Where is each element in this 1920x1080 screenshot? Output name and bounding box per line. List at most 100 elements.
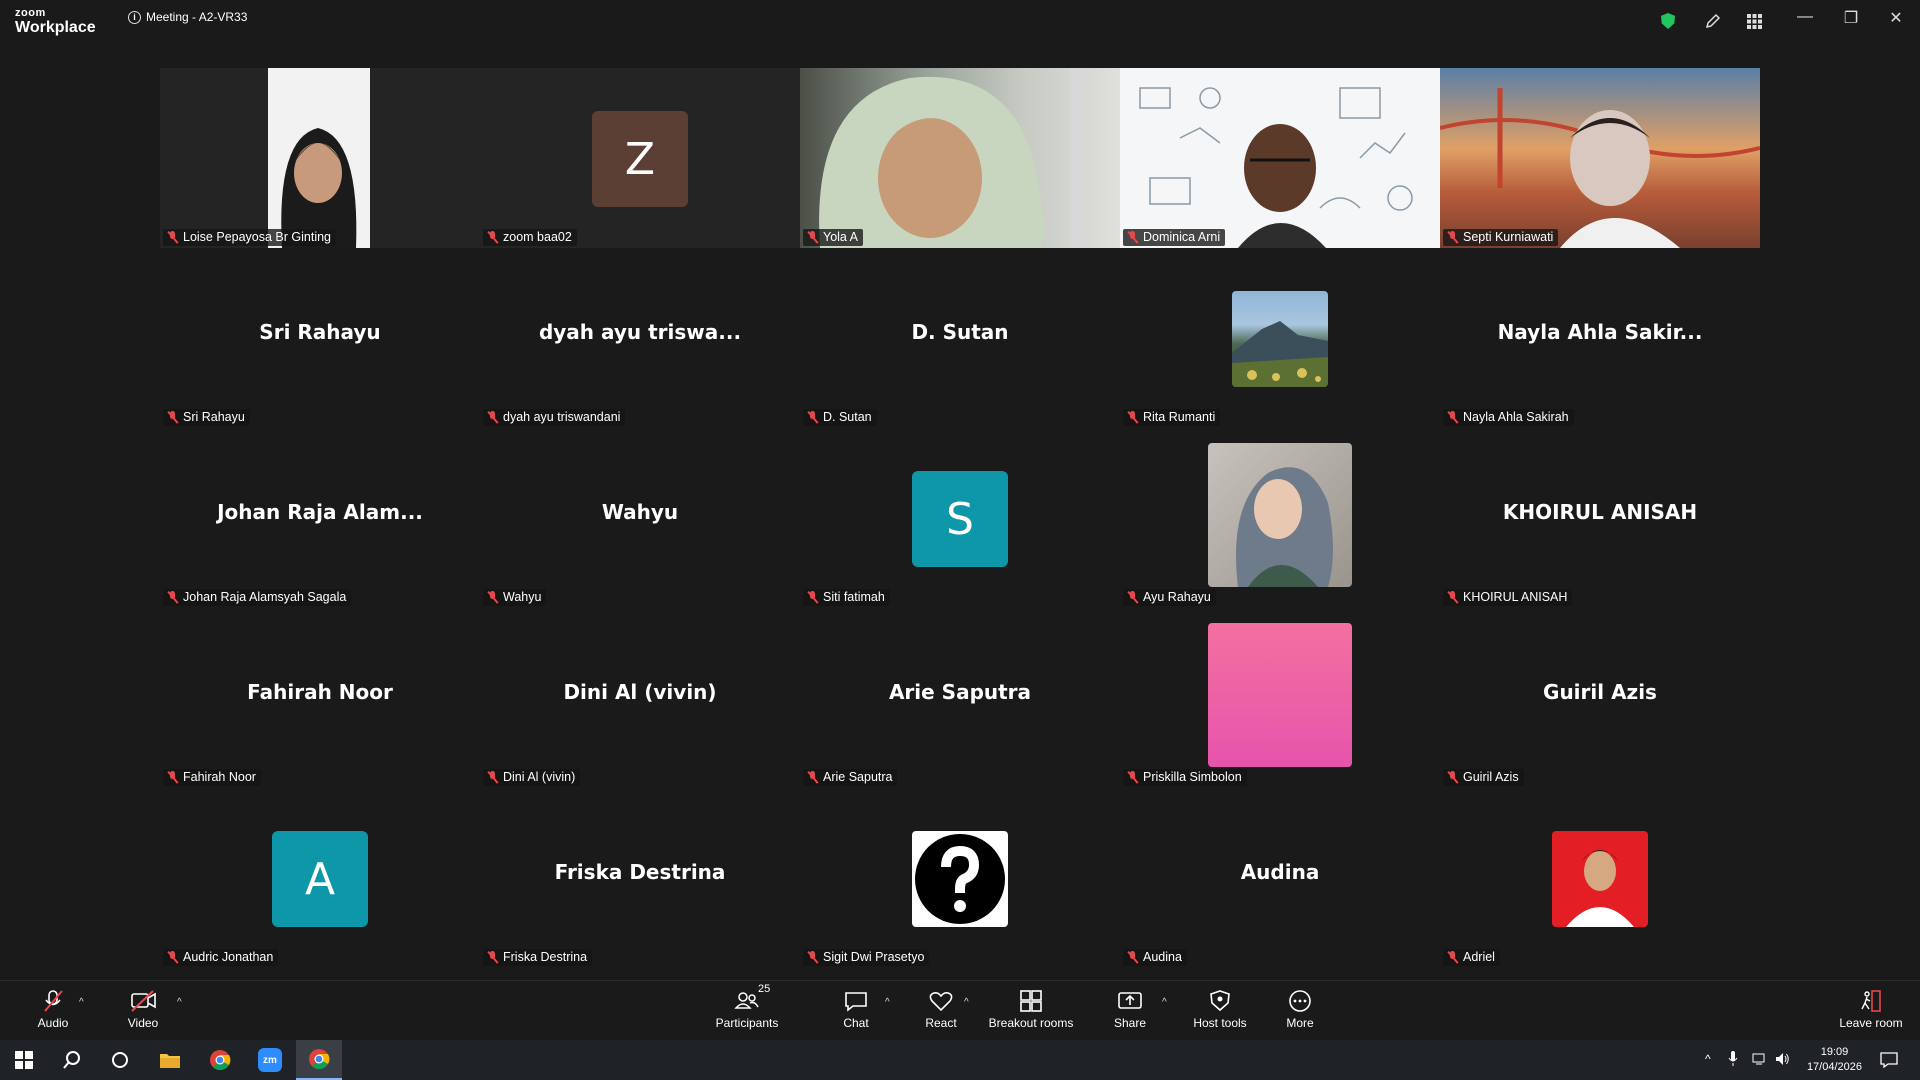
chat-button[interactable]: Chat	[836, 985, 876, 1030]
participant-tile[interactable]: Dini Al (vivin) Dini Al (vivin)	[480, 608, 800, 788]
participant-tile[interactable]: D. Sutan D. Sutan	[800, 248, 1120, 428]
participant-nametag: Arie Saputra	[803, 769, 898, 786]
windows-start-icon[interactable]	[0, 1040, 48, 1080]
leave-room-label: Leave room	[1839, 1016, 1903, 1030]
mic-muted-icon	[487, 410, 498, 424]
react-button[interactable]: React	[920, 985, 962, 1030]
video-options-caret-icon[interactable]: ^	[177, 997, 182, 1008]
participant-nametag: Fahirah Noor	[163, 769, 261, 786]
participant-tile[interactable]: Adriel	[1440, 788, 1760, 968]
tray-chevron-icon[interactable]: ^	[1705, 1052, 1711, 1066]
participant-name: Adriel	[1463, 950, 1495, 964]
participant-display-name: Wahyu	[601, 500, 679, 524]
share-options-caret-icon[interactable]: ^	[1162, 997, 1167, 1008]
participant-display-name: dyah ayu triswa...	[538, 320, 742, 344]
participant-tile[interactable]: Friska Destrina Friska Destrina	[480, 788, 800, 968]
participant-nametag: Dini Al (vivin)	[483, 769, 581, 786]
meeting-info[interactable]: i Meeting - A2-VR33	[128, 10, 247, 24]
participant-tile[interactable]: Yola A	[800, 68, 1120, 248]
clock-date: 17/04/2026	[1806, 1061, 1862, 1073]
participant-tile[interactable]: Dominica Arni	[1120, 68, 1440, 248]
chrome-icon[interactable]	[196, 1040, 244, 1080]
avatar-portrait-photo	[1208, 443, 1352, 587]
participant-name: Guiril Azis	[1463, 770, 1519, 784]
mic-muted-icon	[1447, 770, 1458, 784]
video-feed	[268, 68, 370, 248]
participant-tile[interactable]: Nayla Ahla Sakir... Nayla Ahla Sakirah	[1440, 248, 1760, 428]
participant-name: Dini Al (vivin)	[503, 770, 576, 784]
participant-tile[interactable]: Ayu Rahayu	[1120, 428, 1440, 608]
mic-muted-icon	[1127, 230, 1138, 244]
participant-display-name: KHOIRUL ANISAH	[1502, 500, 1698, 524]
info-icon[interactable]: i	[128, 10, 141, 24]
gallery-view: Loise Pepayosa Br Ginting Zzoom baa02 Yol…	[0, 44, 1920, 980]
mic-muted-icon	[167, 410, 178, 424]
mic-muted-icon	[487, 590, 498, 604]
notifications-icon[interactable]	[1880, 1052, 1898, 1073]
participant-tile[interactable]: KHOIRUL ANISAH KHOIRUL ANISAH	[1440, 428, 1760, 608]
mic-muted-icon	[807, 230, 818, 244]
clock-time: 19:09	[1820, 1046, 1849, 1058]
mic-muted-icon	[807, 410, 818, 424]
breakout-rooms-button[interactable]: Breakout rooms	[986, 985, 1076, 1030]
participant-nametag: Priskilla Simbolon	[1123, 769, 1247, 786]
mic-muted-icon	[807, 770, 818, 784]
participant-tile[interactable]: Septi Kurniawati	[1440, 68, 1760, 248]
tray-mic-icon[interactable]	[1728, 1051, 1738, 1072]
system-clock[interactable]: 19:09 17/04/2026	[1807, 1045, 1862, 1075]
search-icon[interactable]	[48, 1040, 96, 1080]
chrome-active-icon[interactable]	[296, 1040, 342, 1080]
audio-button[interactable]: Audio	[30, 985, 76, 1030]
zoom-logo: zoom Workplace	[15, 8, 96, 36]
logo-line2: Workplace	[15, 19, 96, 36]
host-tools-button[interactable]: Host tools	[1188, 985, 1252, 1030]
minimize-icon[interactable]: —	[1790, 8, 1820, 26]
participant-tile[interactable]: S Siti fatimah	[800, 428, 1120, 608]
close-icon[interactable]: ✕	[1881, 8, 1911, 28]
meeting-title: Meeting - A2-VR33	[146, 10, 248, 24]
task-view-icon[interactable]	[96, 1040, 144, 1080]
participant-tile[interactable]: Zzoom baa02	[480, 68, 800, 248]
participant-tile[interactable]: Guiril Azis Guiril Azis	[1440, 608, 1760, 788]
participant-name: Ayu Rahayu	[1143, 590, 1211, 604]
participant-nametag: dyah ayu triswandani	[483, 409, 626, 426]
file-explorer-icon[interactable]	[146, 1040, 194, 1080]
zoom-app-icon[interactable]: zm	[246, 1040, 294, 1080]
video-button[interactable]: Video	[120, 985, 166, 1030]
participant-tile[interactable]: Priskilla Simbolon	[1120, 608, 1440, 788]
mic-muted-icon	[487, 950, 498, 964]
volume-icon[interactable]	[1774, 1051, 1790, 1072]
participant-name: Dominica Arni	[1143, 230, 1221, 244]
more-button[interactable]: More	[1280, 985, 1320, 1030]
video-feed	[1440, 68, 1760, 248]
participants-button[interactable]: 25 Participants	[710, 983, 784, 1030]
avatar-letter: S	[912, 471, 1008, 567]
participant-tile[interactable]: Sri Rahayu Sri Rahayu	[160, 248, 480, 428]
participant-nametag: Nayla Ahla Sakirah	[1443, 409, 1574, 426]
participant-tile[interactable]: Audina Audina	[1120, 788, 1440, 968]
leave-room-button[interactable]: Leave room	[1836, 985, 1906, 1030]
audio-label: Audio	[37, 1016, 69, 1030]
annotate-pen-icon[interactable]	[1702, 10, 1724, 32]
chat-options-caret-icon[interactable]: ^	[885, 997, 890, 1008]
participant-nametag: Audric Jonathan	[163, 949, 279, 966]
react-options-caret-icon[interactable]: ^	[964, 997, 969, 1008]
participant-tile[interactable]: A Audric Jonathan	[160, 788, 480, 968]
network-icon[interactable]	[1752, 1052, 1768, 1071]
participant-tile[interactable]: Rita Rumanti	[1120, 248, 1440, 428]
apps-grid-icon[interactable]	[1743, 10, 1765, 32]
participant-tile[interactable]: Johan Raja Alam... Johan Raja Alamsyah Sa…	[160, 428, 480, 608]
participant-name: Nayla Ahla Sakirah	[1463, 410, 1569, 424]
participant-tile[interactable]: dyah ayu triswa... dyah ayu triswandani	[480, 248, 800, 428]
participant-tile[interactable]: Arie Saputra Arie Saputra	[800, 608, 1120, 788]
avatar-pink-image	[1208, 623, 1352, 767]
participant-tile[interactable]: Wahyu Wahyu	[480, 428, 800, 608]
audio-options-caret-icon[interactable]: ^	[79, 997, 84, 1008]
participant-tile[interactable]: Loise Pepayosa Br Ginting	[160, 68, 480, 248]
participant-nametag: KHOIRUL ANISAH	[1443, 589, 1573, 606]
restore-icon[interactable]: ❐	[1836, 8, 1866, 28]
security-shield-icon[interactable]	[1657, 10, 1679, 32]
participant-tile[interactable]: Fahirah Noor Fahirah Noor	[160, 608, 480, 788]
participant-tile[interactable]: Sigit Dwi Prasetyo	[800, 788, 1120, 968]
share-button[interactable]: Share	[1110, 985, 1150, 1030]
